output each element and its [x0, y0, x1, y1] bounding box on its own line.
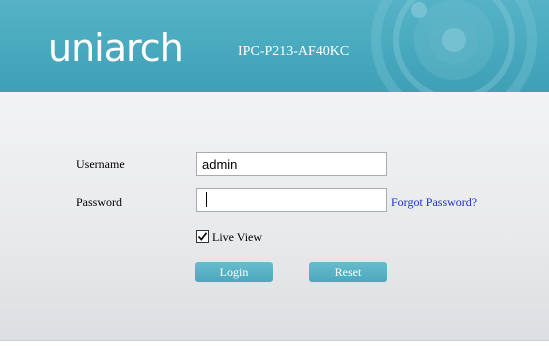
reset-button[interactable]: Reset	[309, 262, 387, 282]
username-label: Username	[76, 157, 125, 171]
header-banner: uniarch IPC-P213-AF40KC	[0, 0, 549, 92]
login-panel	[0, 92, 549, 341]
device-model: IPC-P213-AF40KC	[238, 44, 350, 59]
login-button[interactable]: Login	[195, 262, 273, 282]
checkmark-icon	[197, 232, 208, 241]
username-input[interactable]	[196, 152, 387, 176]
login-page: uniarch IPC-P213-AF40KC Username Passwor…	[0, 0, 549, 346]
text-caret	[206, 192, 207, 207]
live-view-label: Live View	[212, 230, 263, 244]
password-input[interactable]	[196, 188, 387, 212]
camera-lens-graphic	[371, 0, 537, 92]
live-view-checkbox[interactable]	[196, 230, 209, 243]
brand-logo: uniarch	[48, 26, 184, 70]
password-label: Password	[76, 195, 123, 209]
forgot-password-link[interactable]: Forgot Password?	[391, 195, 477, 209]
